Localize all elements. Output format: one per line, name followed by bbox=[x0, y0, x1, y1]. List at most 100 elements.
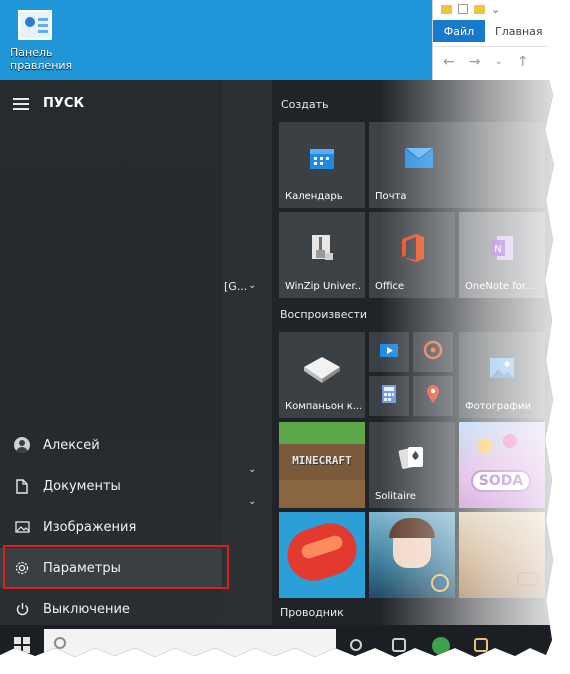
chevron-down-icon[interactable]: ⌄ bbox=[248, 464, 256, 475]
tile-label: Solitaire bbox=[375, 491, 416, 502]
chevron-down-icon[interactable]: ⌄ bbox=[494, 56, 502, 67]
ribbon-tabs: Файл Главная bbox=[433, 20, 554, 42]
minecraft-logo: MINECRAFT bbox=[292, 454, 352, 467]
folder-taskbar-icon[interactable] bbox=[474, 638, 488, 652]
tile-photos[interactable]: Фотографии bbox=[459, 332, 545, 418]
tile-label: WinZip Univer... bbox=[285, 281, 361, 292]
console-icon bbox=[300, 353, 344, 387]
tab-file[interactable]: Файл bbox=[433, 20, 485, 42]
tile-minecraft[interactable]: MINECRAFT bbox=[279, 422, 365, 508]
start-rail: ПУСК Алексей Документы Изображения Парам… bbox=[0, 80, 222, 625]
tile-label: Календарь bbox=[285, 191, 343, 202]
chevron-down-icon[interactable]: ⌄ bbox=[248, 496, 256, 507]
rail-item-user[interactable]: Алексей bbox=[0, 425, 222, 465]
search-icon bbox=[54, 637, 66, 649]
tile-strategy-game[interactable] bbox=[459, 512, 545, 598]
tile-maps[interactable] bbox=[413, 376, 453, 416]
tile-calculator[interactable] bbox=[369, 376, 409, 416]
screenshot-frame: Панель правления ⌄ Файл Главная ← → ⌄ ↑ … bbox=[0, 0, 554, 657]
desktop-icon-label-line2: правления bbox=[10, 59, 73, 72]
character-hair bbox=[389, 518, 435, 538]
folder-icon[interactable] bbox=[474, 5, 485, 14]
badge-icon bbox=[431, 574, 449, 592]
app-list: [G... ⌄ ⌄ ⌄ bbox=[222, 80, 272, 625]
rail-item-label: Документы bbox=[43, 478, 121, 494]
document-icon bbox=[13, 477, 31, 495]
tile-video[interactable] bbox=[369, 332, 409, 372]
group-title-create[interactable]: Создать bbox=[281, 98, 329, 111]
rail-item-settings[interactable]: Параметры bbox=[0, 548, 222, 588]
desktop: Панель правления bbox=[0, 0, 432, 80]
checkbox-icon[interactable] bbox=[458, 4, 468, 14]
tile-office[interactable]: Office bbox=[369, 212, 455, 298]
tile-groove[interactable] bbox=[413, 332, 453, 372]
music-disc-icon bbox=[423, 340, 443, 364]
chevron-down-icon[interactable]: ⌄ bbox=[248, 280, 256, 291]
tile-calendar[interactable]: Календарь bbox=[279, 122, 365, 208]
tile-label: Office bbox=[375, 281, 405, 292]
rail-item-power[interactable]: Выключение bbox=[0, 589, 222, 629]
task-view-icon[interactable] bbox=[392, 638, 406, 652]
rail-item-documents[interactable]: Документы bbox=[0, 466, 222, 506]
tile-label: OneNote for... bbox=[465, 281, 535, 292]
taskbar bbox=[0, 625, 554, 657]
tile-winzip[interactable]: WinZip Univer... bbox=[279, 212, 365, 298]
rail-item-label: Алексей bbox=[43, 437, 100, 453]
group-title-play[interactable]: Воспроизвести bbox=[280, 308, 367, 321]
browser-icon[interactable] bbox=[432, 637, 450, 655]
chevron-down-icon[interactable]: ⌄ bbox=[491, 3, 500, 17]
control-panel-icon bbox=[18, 10, 52, 40]
mail-icon bbox=[404, 147, 434, 173]
desktop-icon-label-line1: Панель bbox=[10, 46, 53, 59]
tile-solitaire[interactable]: Solitaire bbox=[369, 422, 455, 508]
grass-block-top bbox=[279, 422, 365, 444]
folder-icon[interactable] bbox=[441, 5, 452, 14]
calculator-icon bbox=[381, 384, 397, 408]
tab-home[interactable]: Главная bbox=[485, 20, 543, 42]
candy-icon bbox=[477, 438, 493, 454]
tile-onenote[interactable]: N OneNote for... bbox=[459, 212, 545, 298]
power-icon bbox=[13, 600, 31, 618]
back-arrow-icon[interactable]: ← bbox=[443, 54, 455, 70]
tile-label: Почта bbox=[375, 191, 407, 202]
dirt-block bbox=[279, 480, 365, 508]
quick-access-toolbar: ⌄ bbox=[433, 0, 554, 20]
navigation-bar: ← → ⌄ ↑ bbox=[433, 46, 554, 76]
group-title-explorer[interactable]: Проводник bbox=[280, 606, 344, 619]
user-avatar-icon bbox=[13, 436, 31, 454]
hamburger-menu-icon[interactable] bbox=[13, 98, 29, 110]
rail-item-label: Выключение bbox=[43, 601, 130, 617]
photos-icon bbox=[489, 357, 515, 383]
winzip-icon bbox=[309, 233, 335, 267]
candy-icon bbox=[503, 434, 517, 448]
onenote-icon: N bbox=[489, 234, 515, 266]
pictures-icon bbox=[13, 518, 31, 536]
map-pin-icon bbox=[425, 384, 441, 408]
file-explorer-window: ⌄ Файл Главная ← → ⌄ ↑ bbox=[432, 0, 554, 80]
tile-candy-crush[interactable] bbox=[279, 512, 365, 598]
candy-soda-logo: SODA bbox=[471, 470, 531, 492]
tile-mail[interactable]: Почта bbox=[369, 122, 545, 208]
gamepad-icon bbox=[517, 572, 539, 586]
svg-text:N: N bbox=[494, 244, 501, 255]
tile-companion[interactable]: Компаньон к... bbox=[279, 332, 365, 418]
cortana-icon[interactable] bbox=[350, 639, 362, 651]
forward-arrow-icon[interactable]: → bbox=[469, 54, 481, 70]
taskbar-search-box[interactable] bbox=[44, 629, 336, 657]
office-icon bbox=[398, 233, 426, 267]
tile-label: Фотографии bbox=[465, 401, 531, 412]
app-list-fragment[interactable]: [G... bbox=[224, 280, 247, 293]
up-arrow-icon[interactable]: ↑ bbox=[517, 54, 529, 70]
rail-item-label: Изображения bbox=[43, 519, 137, 535]
rail-item-pictures[interactable]: Изображения bbox=[0, 507, 222, 547]
movie-icon bbox=[379, 342, 399, 362]
windows-start-icon[interactable] bbox=[14, 637, 30, 653]
gear-icon bbox=[13, 559, 31, 577]
control-panel-desktop-icon[interactable]: Панель правления bbox=[10, 10, 73, 72]
tile-hidden-city[interactable] bbox=[369, 512, 455, 598]
calendar-icon bbox=[309, 146, 335, 174]
tile-label: Компаньон к... bbox=[285, 401, 361, 412]
cards-icon bbox=[398, 445, 426, 475]
rail-item-label: Параметры bbox=[43, 560, 121, 576]
tile-candy-crush-soda[interactable]: SODA bbox=[459, 422, 545, 508]
